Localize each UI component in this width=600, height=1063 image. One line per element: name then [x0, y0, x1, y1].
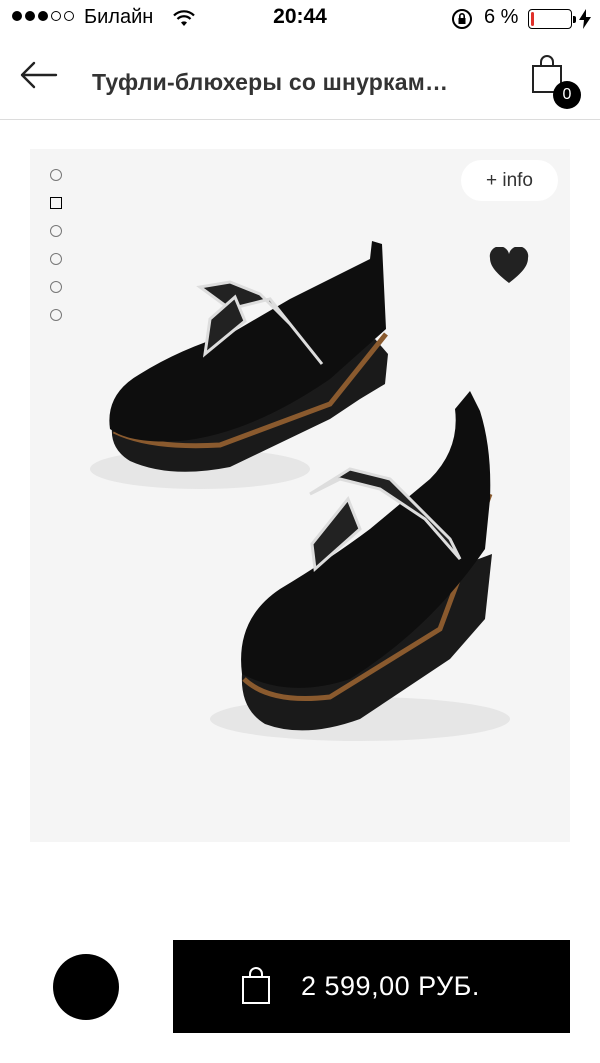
info-button[interactable]: + info	[461, 160, 558, 201]
gallery-thumbnail-nav	[50, 169, 64, 337]
product-image-gallery[interactable]: + info	[30, 149, 570, 842]
add-to-cart-button[interactable]: 2 599,00 РУБ.	[173, 940, 570, 1033]
cart-count-badge: 0	[553, 81, 581, 109]
battery-icon	[528, 9, 576, 29]
back-arrow-icon[interactable]	[18, 58, 58, 92]
shopping-bag-icon	[242, 967, 270, 1004]
app-header: Туфли-блюхеры со шнуркам… 0	[0, 38, 600, 120]
gallery-dot-1[interactable]	[50, 169, 62, 181]
favorite-heart-icon[interactable]	[488, 247, 530, 285]
gallery-dot-6[interactable]	[50, 309, 62, 321]
gallery-dot-3[interactable]	[50, 225, 62, 237]
color-swatch-button[interactable]	[53, 954, 119, 1020]
gallery-dot-4[interactable]	[50, 253, 62, 265]
gallery-dot-2-active[interactable]	[50, 197, 62, 209]
gallery-dot-5[interactable]	[50, 281, 62, 293]
battery-percent: 6 %	[484, 6, 519, 28]
page-title: Туфли-блюхеры со шнуркам…	[92, 69, 449, 95]
price-label: 2 599,00 РУБ.	[301, 971, 480, 1001]
status-bar: Билайн 20:44 6 %	[0, 0, 600, 38]
rotation-lock-icon	[452, 9, 472, 29]
cart-button[interactable]: 0	[528, 54, 584, 110]
charging-bolt-icon	[579, 9, 591, 29]
